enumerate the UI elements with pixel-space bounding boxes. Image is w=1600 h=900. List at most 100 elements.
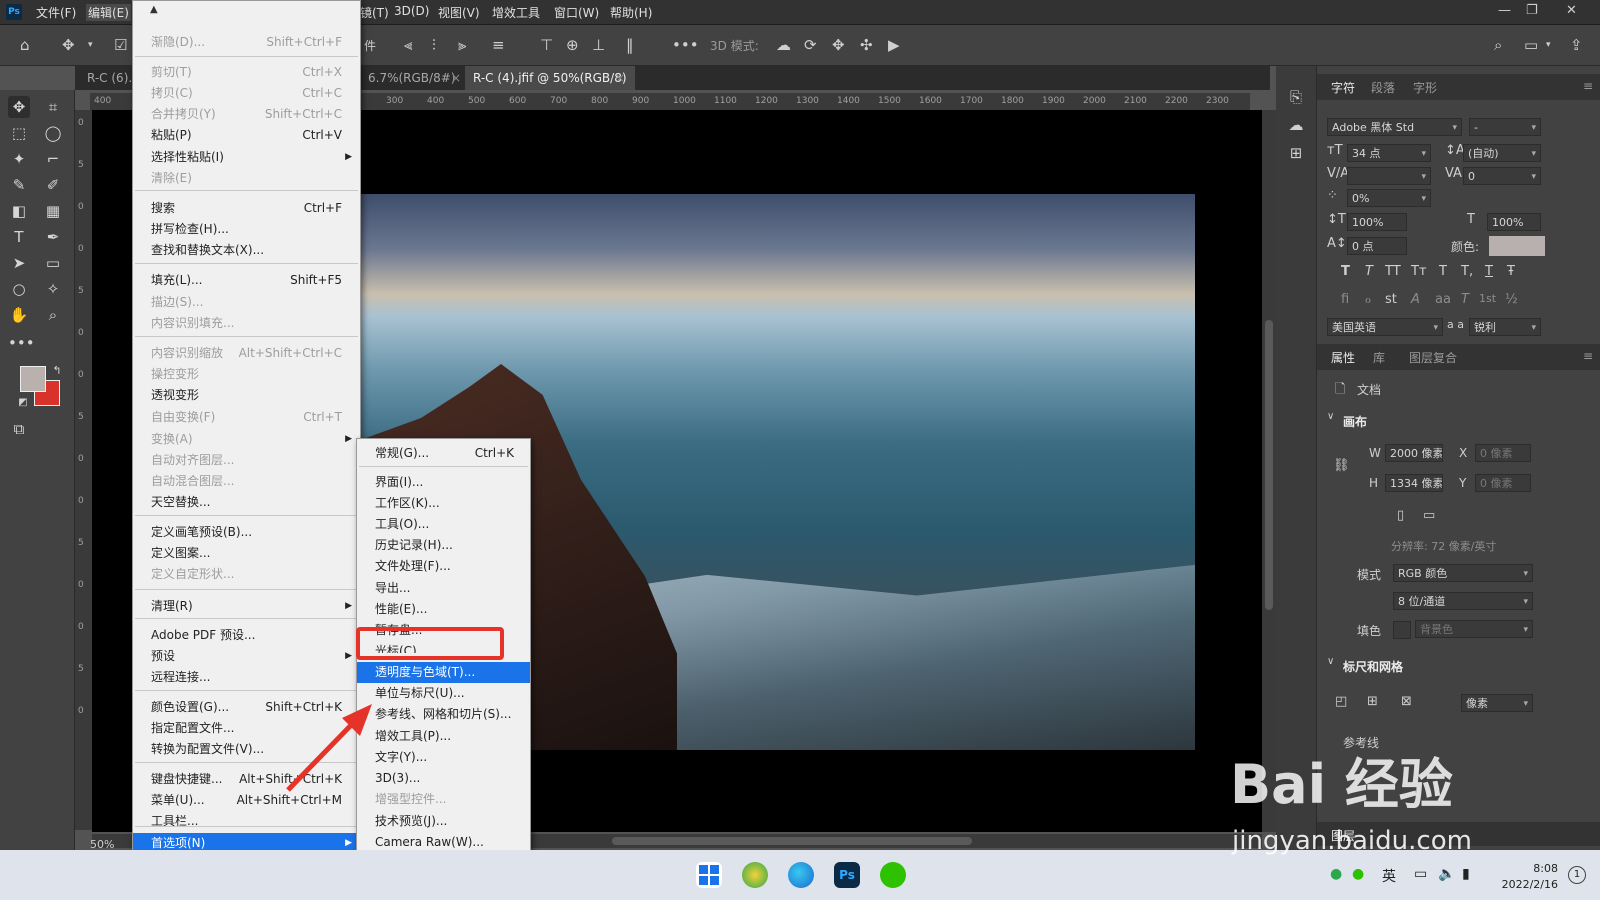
menu-help[interactable]: 帮助(H): [610, 4, 652, 21]
faux-italic-button[interactable]: T: [1365, 264, 1373, 279]
edit-menu-item[interactable]: 天空替换...: [133, 492, 360, 513]
preferences-menu-item[interactable]: 技术预览(J)...: [357, 811, 530, 832]
font-size-field[interactable]: 34 点 ▾: [1347, 144, 1431, 162]
rectangle-tool-icon[interactable]: ▭: [42, 252, 64, 274]
tab-doc-active[interactable]: R-C (4).jfif @ 50%(RGB/8): [465, 66, 635, 90]
width-field[interactable]: 2000 像素: [1385, 444, 1443, 462]
distribute-icon[interactable]: ≡: [492, 36, 505, 54]
3d-pan-icon[interactable]: ✥: [832, 36, 845, 54]
screen-mode-icon[interactable]: ⧉: [8, 418, 30, 440]
fill-swatch[interactable]: [1393, 621, 1411, 639]
tray-360-icon[interactable]: ●: [1330, 866, 1342, 882]
network-icon[interactable]: ▭: [1414, 866, 1427, 882]
3d-panel-icon[interactable]: ☁: [1286, 116, 1306, 136]
edit-menu-item[interactable]: 搜索 Ctrl+F: [133, 198, 360, 219]
eraser-icon[interactable]: ◧: [8, 200, 30, 222]
zoom-tool-icon[interactable]: ⌕: [42, 304, 64, 326]
3d-roll-icon[interactable]: ⟳: [804, 36, 817, 54]
move-tool-icon[interactable]: ✥: [8, 96, 30, 118]
scrollbar-thumb[interactable]: [612, 837, 972, 845]
distribute-v-icon[interactable]: ‖: [626, 36, 634, 54]
edit-menu-item[interactable]: 拼写检查(H)...: [133, 219, 360, 240]
gradient-tool-icon[interactable]: ▦: [42, 200, 64, 222]
foreground-color-swatch[interactable]: [20, 366, 46, 392]
anti-alias-select[interactable]: 锐利 ▾: [1469, 318, 1541, 336]
edit-menu-item[interactable]: 清理(R) ▶: [133, 596, 360, 617]
align-left-icon[interactable]: ⫷: [404, 36, 412, 54]
titling-alt-button[interactable]: T: [1461, 292, 1469, 307]
photoshop-taskbar-icon[interactable]: Ps: [834, 862, 860, 888]
menu-view[interactable]: 视图(V): [438, 4, 480, 21]
text-color-swatch[interactable]: [1489, 236, 1545, 256]
edit-menu-item[interactable]: 粘贴(P) Ctrl+V: [133, 125, 360, 146]
align-middle-icon[interactable]: ⊕: [566, 36, 579, 54]
auto-select-checkbox-icon[interactable]: ☑: [114, 36, 127, 54]
preferences-menu-item[interactable]: 单位与标尺(U)...: [357, 683, 530, 704]
artboard-tool-icon[interactable]: ⌗: [42, 96, 64, 118]
pen-tool-icon[interactable]: ✒: [42, 226, 64, 248]
custom-shape-icon[interactable]: ✧: [42, 278, 64, 300]
horizontal-scale-field[interactable]: 100%: [1487, 213, 1541, 231]
stylistic-alt-button[interactable]: aa: [1435, 292, 1451, 307]
fractions-button[interactable]: ½: [1505, 292, 1518, 307]
subscript-button[interactable]: T,: [1461, 264, 1473, 279]
tray-wechat-icon[interactable]: ●: [1352, 866, 1364, 882]
font-family-select[interactable]: Adobe 黑体 Std ▾: [1327, 118, 1462, 136]
hand-tool-icon[interactable]: ✋: [8, 304, 30, 326]
tab-layer-comps[interactable]: 图层复合: [1409, 349, 1457, 366]
vertical-scrollbar[interactable]: [1262, 110, 1276, 832]
lasso-tool-icon[interactable]: ◯: [42, 122, 64, 144]
contextual-alt-button[interactable]: ℴ: [1365, 292, 1371, 307]
3d-orbit-icon[interactable]: ☁: [776, 36, 791, 54]
default-colors-icon[interactable]: ◩: [12, 392, 34, 414]
language-select[interactable]: 美国英语 ▾: [1327, 318, 1443, 336]
ellipse-tool-icon[interactable]: ○: [8, 278, 30, 300]
align-center-icon[interactable]: ⫶: [432, 36, 436, 54]
tsume-field[interactable]: 0% ▾: [1347, 189, 1431, 207]
edit-menu-item[interactable]: 预设 ▶: [133, 646, 360, 667]
portrait-orientation-icon[interactable]: ▯: [1397, 508, 1404, 523]
path-select-icon[interactable]: ➤: [8, 252, 30, 274]
clock-time[interactable]: 8:08: [1533, 862, 1558, 875]
align-right-icon[interactable]: ⫸: [458, 36, 466, 54]
home-icon[interactable]: ⌂: [20, 36, 30, 54]
color-mode-select[interactable]: RGB 颜色 ▾: [1393, 564, 1533, 582]
landscape-orientation-icon[interactable]: ▭: [1423, 508, 1435, 523]
chevron-down-icon[interactable]: ∨: [1327, 656, 1334, 667]
wechat-icon[interactable]: [880, 862, 906, 888]
preferences-menu-item[interactable]: 透明度与色域(T)...: [357, 662, 530, 683]
edit-menu-item[interactable]: 透视变形: [133, 385, 360, 406]
tab-properties[interactable]: 属性: [1331, 349, 1355, 366]
clock-date[interactable]: 2022/2/16: [1502, 878, 1558, 891]
ruler-units-select[interactable]: 像素 ▾: [1461, 694, 1533, 712]
preferences-menu-item[interactable]: 工具(O)...: [357, 514, 530, 535]
height-field[interactable]: 1334 像素: [1385, 474, 1443, 492]
more-options-icon[interactable]: •••: [672, 36, 699, 54]
menu-file[interactable]: 文件(F): [36, 4, 76, 21]
vertical-scale-field[interactable]: 100%: [1347, 213, 1407, 231]
more-tools-icon[interactable]: •••: [8, 332, 35, 354]
menu-scroll-up-icon[interactable]: ▲: [150, 4, 158, 15]
discretionary-ligatures-button[interactable]: st: [1385, 292, 1397, 307]
preferences-menu-item[interactable]: 历史记录(H)...: [357, 535, 530, 556]
tab-paragraph[interactable]: 段落: [1371, 79, 1395, 96]
bit-depth-select[interactable]: 8 位/通道 ▾: [1393, 592, 1533, 610]
notification-badge[interactable]: 1: [1568, 866, 1586, 884]
menu-window[interactable]: 窗口(W): [554, 4, 599, 21]
chevron-down-icon[interactable]: ∨: [1327, 411, 1334, 422]
ime-indicator[interactable]: 英: [1382, 866, 1396, 886]
chevron-down-icon[interactable]: ▾: [88, 36, 93, 54]
menu-edit[interactable]: 编辑(E): [86, 4, 131, 21]
workspace-icon[interactable]: ▭: [1524, 36, 1538, 54]
edit-menu-item[interactable]: 选择性粘贴(I) ▶: [133, 147, 360, 168]
kerning-field[interactable]: ▾: [1347, 167, 1431, 185]
type-tool-icon[interactable]: T: [8, 226, 30, 248]
tab-libraries[interactable]: 库: [1373, 349, 1385, 366]
restore-icon[interactable]: ❐: [1526, 3, 1538, 18]
preferences-menu-item[interactable]: 性能(E)...: [357, 599, 530, 620]
swap-colors-icon[interactable]: ↰: [46, 360, 68, 382]
tab-glyphs[interactable]: 字形: [1413, 79, 1437, 96]
eyedropper-icon[interactable]: ✎: [8, 174, 30, 196]
preferences-menu-item[interactable]: 文件处理(F)...: [357, 556, 530, 577]
panel-menu-icon[interactable]: ≡: [1583, 79, 1593, 93]
